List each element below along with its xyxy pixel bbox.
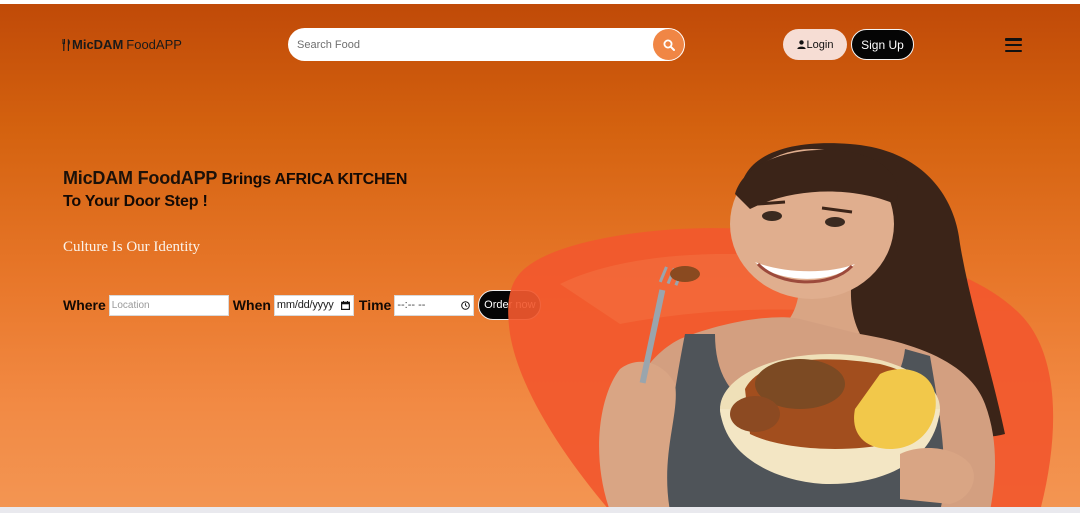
date-input[interactable]: mm/dd/yyyy [273,294,354,316]
brand-name: MicDAM [72,37,124,52]
menu-bar [1005,49,1022,52]
brand-logo[interactable]: MicDAM FoodAPP [62,37,182,52]
signup-button[interactable]: Sign Up [851,29,914,60]
headline-line-1: MicDAM FoodAPP Brings AFRICA KITCHEN [63,167,407,191]
search-bar [288,28,685,61]
headline-brand: MicDAM FoodAPP [63,168,218,188]
login-label: Login [806,38,834,51]
user-icon [796,40,806,49]
bottom-divider [0,507,1080,513]
time-label: Time [358,297,392,313]
menu-bar [1005,38,1022,41]
order-form: Where When mm/dd/yyyy Time --:-- -- Orde… [63,290,542,320]
search-input[interactable] [288,38,638,51]
location-input[interactable] [111,299,228,311]
time-value: --:-- -- [397,299,426,311]
date-value: mm/dd/yyyy [276,299,334,311]
clock-icon[interactable] [461,300,471,310]
hero-woman-eating-image [508,143,1054,507]
hero-headline: MicDAM FoodAPP Brings AFRICA KITCHEN To … [63,167,407,213]
calendar-icon[interactable] [340,300,350,310]
headline-line-2: To Your Door Step ! [63,193,208,210]
location-field [108,294,229,316]
when-label: When [232,297,271,313]
hero-tagline: Culture Is Our Identity [63,239,201,255]
login-button[interactable]: Login [783,29,847,60]
signup-label: Sign Up [861,37,904,52]
hero-page: MicDAM FoodAPP Login Sign Up MicDAM Food… [0,4,1080,507]
fork-knife-icon [62,38,70,51]
menu-bar [1005,43,1022,47]
where-label: Where [63,297,106,313]
time-input[interactable]: --:-- -- [394,294,475,316]
search-button[interactable] [653,29,684,60]
brand-subname: FoodAPP [126,37,182,52]
search-icon [663,39,675,51]
headline-text: Brings AFRICA KITCHEN [217,171,408,188]
hamburger-menu-icon[interactable] [1005,38,1022,52]
